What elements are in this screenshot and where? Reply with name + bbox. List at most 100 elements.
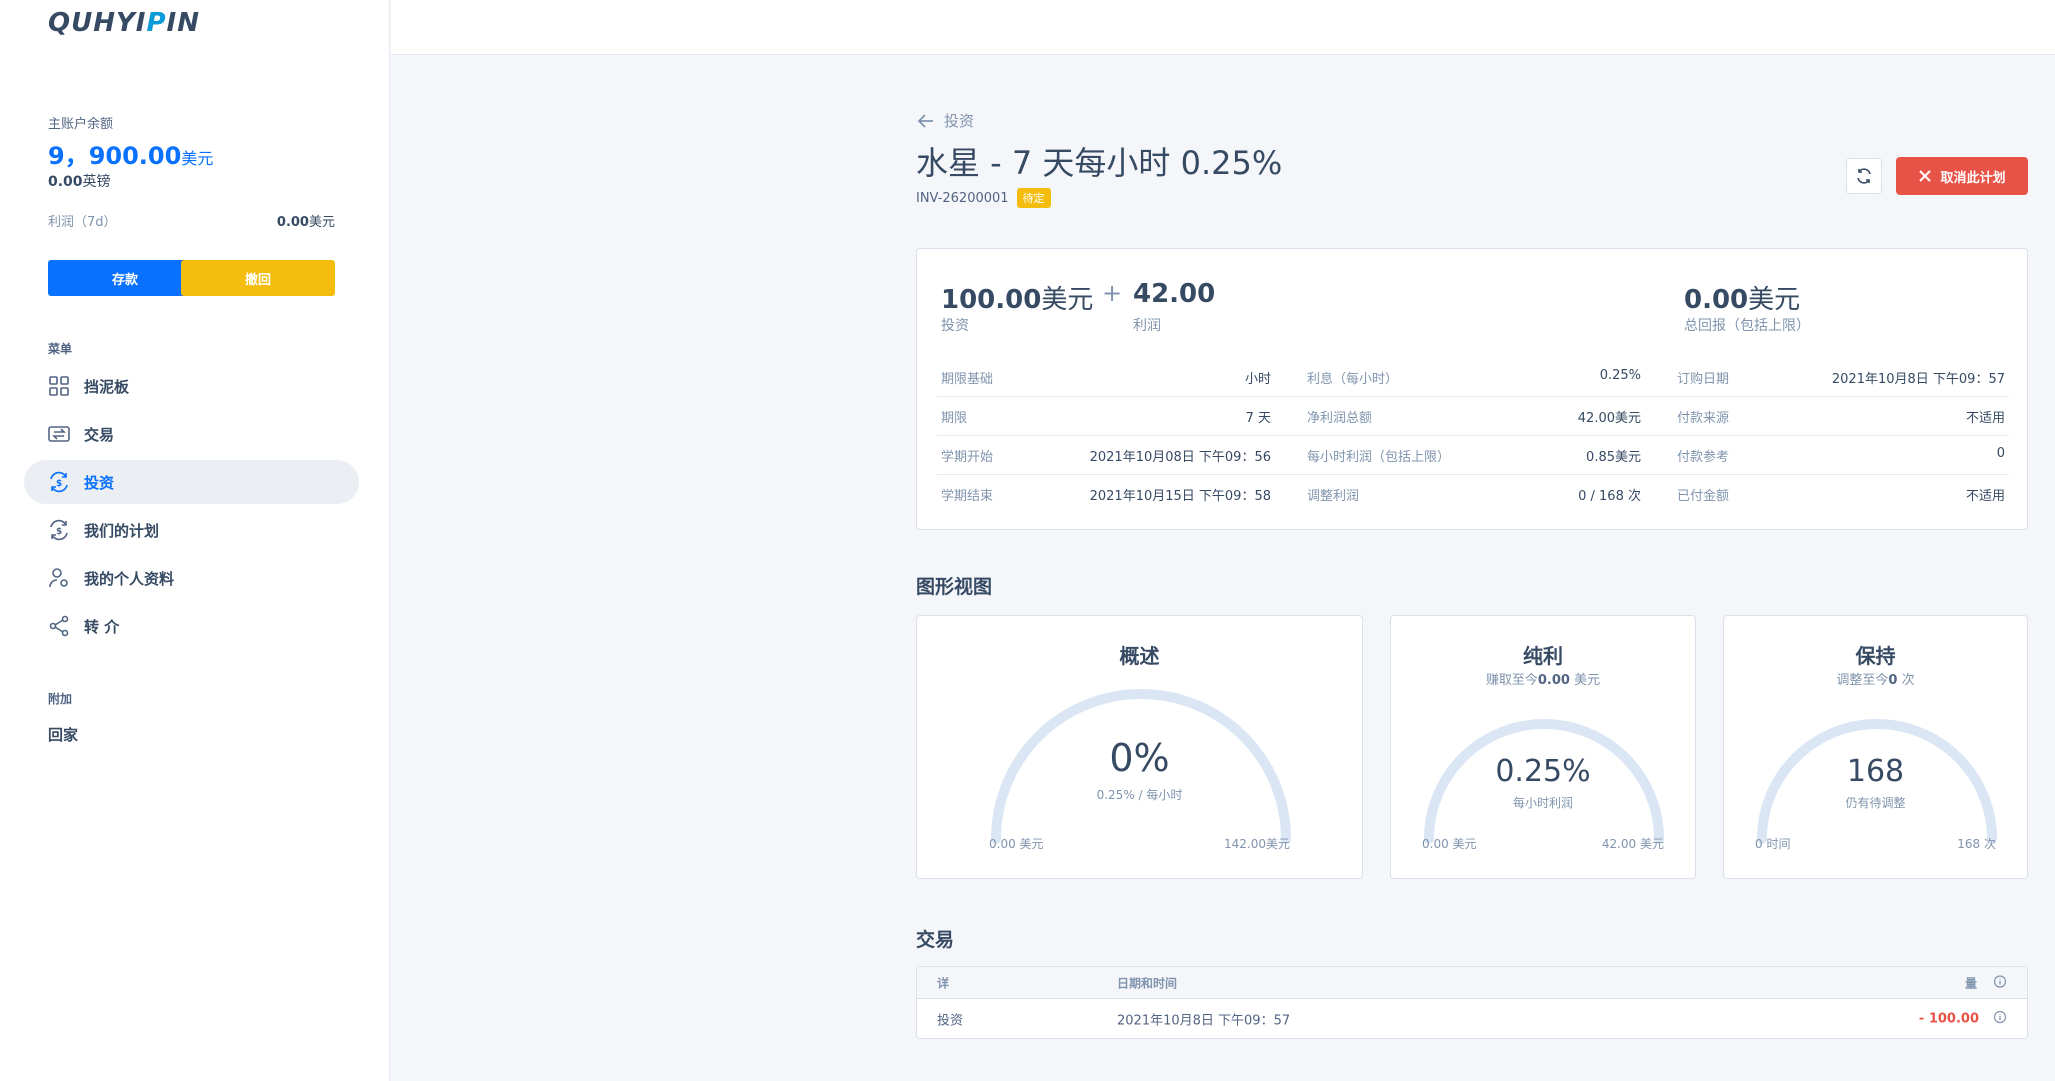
col-detail: 详 [937, 976, 950, 990]
balance-unit: 美元 [181, 149, 214, 168]
gauge-min-label: 0.00 美元 [1422, 837, 1477, 851]
invoice-id: INV-26200001 [916, 190, 1009, 206]
close-icon [1919, 170, 1932, 182]
detail-cell: 订购日期 2021年10月8日 下午09：57 [1655, 368, 2009, 387]
investment-info-card: 100.00美元 投资 + 42.00 利润 0.00美元 总回报（包括上限） … [916, 248, 2028, 530]
detail-value: 7 天 [1245, 410, 1271, 426]
logo-text: QUHYI [48, 8, 147, 38]
detail-value: 2021年10月08日 下午09：56 [1089, 449, 1271, 465]
gauge-card-hold: 保持 调整至今0 次 168 仍有待调整 0 时间 168 次 [1723, 615, 2028, 879]
detail-value: 0 / 168 次 [1578, 489, 1641, 504]
share-icon [48, 615, 70, 637]
deposit-button[interactable]: 存款 [48, 260, 202, 296]
profit-amount: 42.00 [1133, 279, 1216, 309]
detail-key: 期限 [941, 410, 968, 426]
status-badge: 待定 [1016, 188, 1051, 208]
detail-key: 调整利润 [1307, 489, 1360, 504]
profit-label: 利润 [1133, 318, 1161, 334]
user-settings-icon [48, 567, 70, 589]
sidebar-item-dashboard[interactable]: 挡泥板 [24, 364, 359, 408]
table-row[interactable]: 投资 2021年10月8日 下午09：57 - 100.00 [917, 999, 2027, 1039]
exchange-icon [48, 423, 70, 445]
cancel-plan-button[interactable]: 取消此计划 [1896, 157, 2028, 195]
profit-unit: 美元 [308, 215, 335, 230]
transactions-table: 详 日期和时间 量 投资 2021年10月8日 下午09：57 - 100.00 [916, 966, 2028, 1039]
gauge-max-label: 42.00 美元 [1601, 837, 1664, 851]
detail-value: 0.85美元 [1586, 449, 1641, 465]
return-value: 0.00 [1684, 285, 1749, 315]
info-icon[interactable] [1993, 974, 2007, 991]
gauge-subtitle-text: 调整至今 [1836, 673, 1889, 688]
detail-value: 42.00美元 [1577, 410, 1641, 426]
detail-cell: 学期开始 2021年10月08日 下午09：56 [937, 446, 1285, 465]
detail-cell: 利息（每小时） 0.25% [1285, 368, 1655, 387]
gauge-value: 0.25% [1495, 754, 1591, 789]
sidebar-item-label: 我们的计划 [84, 521, 160, 540]
home-link[interactable]: 回家 [48, 724, 78, 745]
plus-icon: + [1102, 279, 1123, 307]
gauge-subtitle-value: 0.00 [1537, 673, 1570, 688]
logo[interactable]: QUHYIPIN [48, 8, 200, 38]
detail-key: 净利润总额 [1307, 410, 1373, 426]
withdraw-button[interactable]: 撤回 [181, 260, 335, 296]
gauge-title: 纯利 [1523, 644, 1563, 668]
gauge-card-net-profit: 纯利 赚取至今0.00 美元 0.25% 每小时利润 0.00 美元 42.00… [1390, 615, 1696, 879]
invested-unit: 美元 [1041, 285, 1094, 315]
total-return-label: 总回报（包括上限） [1684, 318, 1810, 334]
page-title: 水星 - 7 天每小时 0.25% [916, 144, 1283, 182]
detail-value: 0.25% [1599, 367, 1641, 383]
sidebar-item-label: 交易 [84, 425, 115, 444]
back-label: 投资 [944, 112, 975, 130]
sidebar-item-plans[interactable]: $ 我们的计划 [24, 508, 359, 552]
svg-text:$: $ [56, 479, 62, 489]
balance-label: 主账户余额 [48, 117, 114, 132]
detail-value: 2021年10月15日 下午09：58 [1089, 489, 1271, 504]
gauge-title: 概述 [1119, 644, 1160, 668]
invoice-id-row: INV-26200001 待定 [916, 188, 1051, 208]
svg-text:$: $ [56, 527, 62, 537]
sidebar-item-label: 我的个人资料 [84, 569, 175, 588]
gauge-caption: 仍有待调整 [1845, 796, 1906, 810]
gauge-min-label: 0 时间 [1755, 837, 1791, 851]
invested-label: 投资 [941, 318, 969, 334]
detail-key: 付款来源 [1677, 410, 1730, 426]
sidebar-item-profile[interactable]: 我的个人资料 [24, 556, 359, 600]
detail-value: 不适用 [1965, 489, 2005, 504]
table-header: 详 日期和时间 量 [917, 967, 2027, 999]
refresh-button[interactable] [1846, 158, 1882, 194]
detail-value: 2021年10月8日 下午09：57 [1831, 371, 2005, 387]
detail-key: 已付金额 [1677, 489, 1730, 504]
col-datetime: 日期和时间 [1117, 976, 1178, 990]
profit-row: 利润（7d） 0.00美元 [48, 211, 335, 230]
tx-datetime: 2021年10月8日 下午09：57 [1117, 1013, 1291, 1029]
detail-key: 付款参考 [1677, 449, 1730, 465]
tx-detail: 投资 [937, 1013, 964, 1029]
sidebar-item-referral[interactable]: 转 介 [24, 604, 359, 648]
dashboard-icon [48, 375, 70, 397]
detail-cell: 净利润总额 42.00美元 [1285, 407, 1655, 426]
gauge-subtitle: 赚取至今0.00 美元 [1391, 669, 1695, 688]
invested-value: 100.00 [941, 285, 1042, 315]
gauge-subtitle: 调整至今0 次 [1724, 669, 2027, 688]
detail-cell: 学期结束 2021年10月15日 下午09：58 [937, 485, 1285, 504]
detail-value: 不适用 [1965, 410, 2005, 426]
gauge-subtitle-unit: 美元 [1569, 673, 1601, 688]
profit-value: 0.00美元 [277, 211, 335, 230]
balance-value: 9，900.00美元 [48, 136, 213, 171]
cancel-plan-label: 取消此计划 [1940, 170, 2006, 186]
sidebar-item-transactions[interactable]: 交易 [24, 412, 359, 456]
detail-row: 学期结束 2021年10月15日 下午09：58 调整利润 0 / 168 次 已付… [937, 475, 2009, 514]
detail-key: 利息（每小时） [1307, 371, 1399, 387]
sidebar-item-label: 投资 [84, 473, 115, 492]
detail-key: 期限基础 [941, 371, 994, 387]
gauge-value: 0% [1109, 736, 1170, 780]
back-link[interactable]: 投资 [916, 110, 974, 131]
detail-cell: 已付金额 不适用 [1655, 485, 2009, 504]
sidebar-item-label: 转 介 [84, 617, 120, 636]
transactions-title: 交易 [916, 929, 955, 951]
sidebar-item-investment[interactable]: $ 投资 [24, 460, 359, 504]
return-unit: 美元 [1748, 285, 1801, 315]
detail-cell: 调整利润 0 / 168 次 [1285, 485, 1655, 504]
detail-value: 0 [1996, 445, 2005, 461]
info-icon[interactable] [1993, 1010, 2007, 1028]
